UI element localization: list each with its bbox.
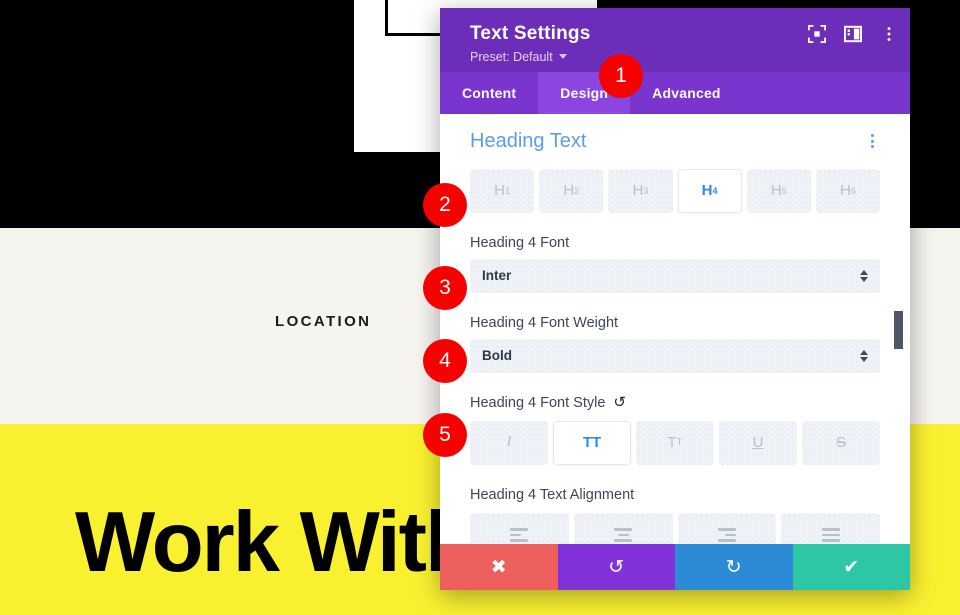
h3-sub: 3: [643, 185, 649, 196]
chevron-updown-icon: [860, 349, 868, 362]
annotation-badge-4: 4: [423, 339, 467, 383]
h5-label: H: [770, 182, 782, 200]
italic-button[interactable]: I: [470, 420, 548, 465]
page-location-label: LOCATION: [275, 313, 372, 330]
align-center-button[interactable]: [573, 512, 673, 544]
h3-label: H: [632, 182, 644, 200]
strikethrough-button[interactable]: S: [802, 420, 880, 465]
font-select[interactable]: Inter: [470, 258, 880, 293]
chevron-updown-icon: [860, 269, 868, 282]
font-style-selector: I TT TT U S: [470, 420, 880, 465]
annotation-badge-2: 2: [423, 183, 467, 227]
annotation-badge-2-number: 2: [439, 193, 451, 216]
preset-selector[interactable]: Preset: Default: [470, 50, 892, 64]
focus-icon[interactable]: [808, 25, 826, 43]
h6-sub: 6: [850, 185, 856, 196]
chevron-down-icon: [558, 54, 567, 60]
annotation-badge-3: 3: [423, 266, 467, 310]
page-hero-heading: Work With: [75, 495, 477, 590]
screen: LOCATION Work With Text Settings Preset:…: [0, 0, 960, 615]
heading-level-h6[interactable]: H6: [815, 168, 881, 213]
save-button[interactable]: ✔: [792, 544, 910, 590]
modal-header-icons: [808, 25, 898, 43]
font-style-field-label: Heading 4 Font Style ↺: [470, 395, 880, 411]
align-right-icon: [717, 528, 736, 542]
annotation-badge-5: 5: [423, 413, 467, 457]
h2-label: H: [563, 182, 575, 200]
text-alignment-field-label: Heading 4 Text Alignment: [470, 486, 635, 503]
redo-button[interactable]: ↻: [675, 544, 793, 590]
font-select-value: Inter: [482, 268, 512, 284]
layout-panel-icon[interactable]: [844, 25, 862, 43]
underline-glyph: U: [752, 434, 764, 452]
kebab-menu-icon[interactable]: [880, 25, 898, 43]
h4-label: H: [701, 182, 713, 200]
close-icon: ✖: [490, 556, 507, 578]
font-weight-select[interactable]: Bold: [470, 338, 880, 373]
panel-scrollbar-thumb[interactable]: [894, 310, 903, 349]
tab-advanced[interactable]: Advanced: [630, 72, 743, 114]
text-settings-modal: Text Settings Preset: Default Content De…: [440, 8, 910, 590]
modal-action-bar: ✖ ↺ ↻ ✔: [440, 544, 910, 590]
annotation-badge-5-number: 5: [439, 423, 451, 446]
reset-arrow-icon[interactable]: ↺: [613, 395, 626, 410]
heading-level-h3[interactable]: H3: [608, 168, 673, 213]
h2-sub: 2: [574, 185, 580, 196]
smallcaps-button[interactable]: TT: [636, 420, 714, 465]
align-left-button[interactable]: [470, 512, 569, 544]
heading-level-selector: H1 H2 H3 H4 H5 H6: [470, 168, 881, 213]
design-panel: Heading Text H1 H2 H3 H4 H 5 H 6 Heading…: [440, 113, 910, 544]
font-weight-select-value: Bold: [482, 348, 512, 364]
section-title: Heading Text: [470, 129, 587, 152]
heading-level-h2[interactable]: H2: [539, 168, 604, 213]
h4-sub: 4: [712, 185, 718, 196]
annotation-badge-1-number: 1: [615, 64, 627, 87]
text-alignment-selector: [470, 512, 880, 544]
italic-glyph: I: [506, 434, 512, 451]
align-justify-button[interactable]: [781, 512, 880, 544]
font-field-label: Heading 4 Font: [470, 234, 570, 251]
h6-label: H: [840, 182, 851, 200]
redo-icon: ↻: [725, 556, 742, 578]
tab-content[interactable]: Content: [440, 72, 538, 114]
uppercase-glyph: TT: [582, 434, 602, 452]
heading-level-h5[interactable]: H5: [746, 168, 811, 213]
preset-label: Preset: Default: [470, 49, 553, 64]
undo-button[interactable]: ↺: [557, 544, 675, 590]
align-justify-icon: [821, 528, 840, 542]
undo-icon: ↺: [608, 556, 625, 578]
annotation-badge-4-number: 4: [439, 349, 451, 372]
align-center-icon: [614, 528, 633, 542]
strikethrough-glyph: S: [835, 434, 846, 452]
h1-sub: 1: [505, 185, 511, 196]
heading-text-section-header: Heading Text: [470, 114, 880, 159]
annotation-badge-1: 1: [599, 54, 643, 98]
align-left-icon: [510, 528, 529, 542]
cancel-button[interactable]: ✖: [440, 544, 558, 590]
section-kebab-menu-icon[interactable]: [865, 132, 880, 150]
heading-level-h4[interactable]: H4: [677, 168, 742, 213]
font-weight-field-label: Heading 4 Font Weight: [470, 314, 619, 331]
smallcaps-glyph: T: [667, 434, 677, 452]
check-icon: ✔: [843, 556, 860, 578]
align-right-button[interactable]: [677, 512, 777, 544]
underline-button[interactable]: U: [719, 420, 797, 465]
panel-scrollbar-track[interactable]: [894, 114, 910, 544]
h5-sub: 5: [781, 185, 787, 196]
smallcaps-glyph-small: T: [676, 437, 683, 449]
uppercase-button[interactable]: TT: [553, 420, 631, 465]
annotation-badge-3-number: 3: [439, 276, 451, 299]
h1-label: H: [494, 182, 505, 200]
heading-level-h1[interactable]: H1: [470, 168, 535, 213]
modal-tabs: Content Design Advanced: [440, 71, 910, 114]
font-style-label-text: Heading 4 Font Style: [470, 394, 606, 411]
modal-header: Text Settings Preset: Default: [440, 8, 910, 72]
